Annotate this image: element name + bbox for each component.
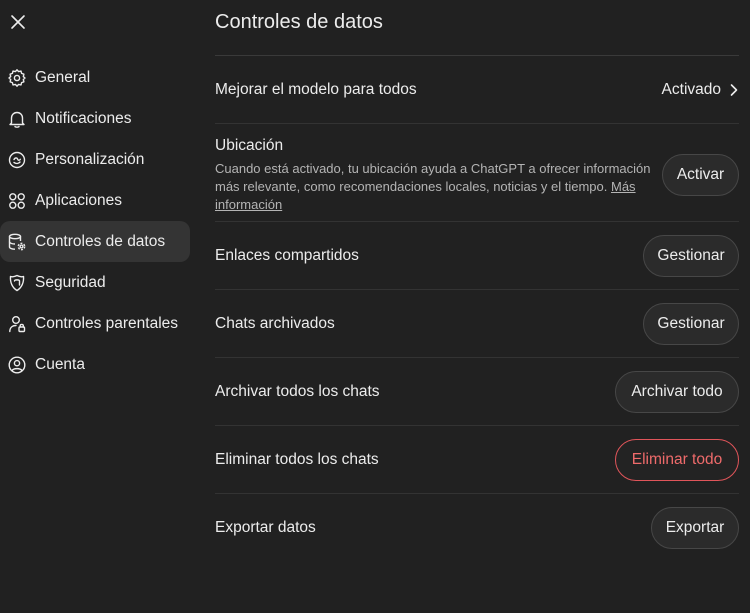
row-divider <box>215 425 739 426</box>
page-title: Controles de datos <box>215 11 383 33</box>
sidebar-item-controles-parentales[interactable]: Controles parentales <box>0 303 190 344</box>
delete-all-button[interactable]: Eliminar todo <box>615 439 739 481</box>
improve-model-value: Activado <box>661 81 721 98</box>
sidebar-item-label: Cuenta <box>35 355 85 373</box>
sidebar-nav: General Notificaciones Personalización A… <box>0 57 190 385</box>
user-circle-icon <box>7 355 27 375</box>
sidebar-item-notificaciones[interactable]: Notificaciones <box>0 98 190 139</box>
personalization-icon <box>7 150 27 170</box>
archived-chats-row: Chats archivados Gestionar <box>215 303 739 345</box>
archive-all-row: Archivar todos los chats Archivar todo <box>215 371 739 413</box>
settings-window: General Notificaciones Personalización A… <box>0 0 750 613</box>
archive-all-button[interactable]: Archivar todo <box>615 371 739 413</box>
location-row: Ubicación Cuando está activado, tu ubica… <box>215 136 739 214</box>
sidebar-item-seguridad[interactable]: Seguridad <box>0 262 190 303</box>
sidebar-item-label: Notificaciones <box>35 109 132 127</box>
sidebar-item-label: Aplicaciones <box>35 191 123 209</box>
shield-icon <box>7 273 27 293</box>
sidebar-item-label: Seguridad <box>35 273 106 291</box>
improve-model-toggle[interactable]: Activado <box>662 81 739 99</box>
row-divider <box>215 123 739 124</box>
sidebar-item-label: Controles parentales <box>35 314 179 332</box>
chevron-right-icon <box>730 84 738 96</box>
sidebar-item-general[interactable]: General <box>0 57 190 98</box>
close-icon <box>11 15 25 29</box>
location-info: Ubicación Cuando está activado, tu ubica… <box>215 137 655 214</box>
row-divider <box>215 357 739 358</box>
export-button[interactable]: Exportar <box>651 507 739 549</box>
title-divider <box>215 55 739 56</box>
close-button[interactable] <box>6 10 30 34</box>
export-label: Exportar datos <box>215 519 316 536</box>
bell-icon <box>7 109 27 129</box>
row-divider <box>215 289 739 290</box>
shared-links-row: Enlaces compartidos Gestionar <box>215 235 739 277</box>
data-controls-panel: Controles de datos Mejorar el modelo par… <box>215 0 739 613</box>
delete-all-row: Eliminar todos los chats Eliminar todo <box>215 439 739 481</box>
improve-model-label: Mejorar el modelo para todos <box>215 81 417 98</box>
export-row: Exportar datos Exportar <box>215 507 739 549</box>
apps-grid-icon <box>7 191 27 211</box>
parental-user-icon <box>7 314 27 334</box>
improve-model-row: Mejorar el modelo para todos Activado <box>215 70 739 110</box>
location-description-text: Cuando está activado, tu ubicación ayuda… <box>215 160 651 194</box>
sidebar-item-aplicaciones[interactable]: Aplicaciones <box>0 180 190 221</box>
location-title: Ubicación <box>215 136 284 154</box>
sidebar-item-label: Personalización <box>35 150 145 168</box>
sidebar-item-cuenta[interactable]: Cuenta <box>0 344 190 385</box>
gear-icon <box>7 68 27 88</box>
row-divider <box>215 221 739 222</box>
sidebar-item-personalizacion[interactable]: Personalización <box>0 139 190 180</box>
database-gear-icon <box>7 232 27 252</box>
archive-all-label: Archivar todos los chats <box>215 383 380 400</box>
sidebar-item-controles-de-datos[interactable]: Controles de datos <box>0 221 190 262</box>
manage-shared-links-button[interactable]: Gestionar <box>643 235 739 277</box>
row-divider <box>215 493 739 494</box>
sidebar-item-label: Controles de datos <box>35 232 166 250</box>
archived-chats-label: Chats archivados <box>215 315 335 332</box>
delete-all-label: Eliminar todos los chats <box>215 451 379 468</box>
sidebar-item-label: General <box>35 68 91 86</box>
manage-archived-chats-button[interactable]: Gestionar <box>643 303 739 345</box>
settings-sidebar: General Notificaciones Personalización A… <box>0 0 200 613</box>
activate-location-button[interactable]: Activar <box>662 154 739 196</box>
location-description: Cuando está activado, tu ubicación ayuda… <box>215 160 655 214</box>
shared-links-label: Enlaces compartidos <box>215 247 359 264</box>
